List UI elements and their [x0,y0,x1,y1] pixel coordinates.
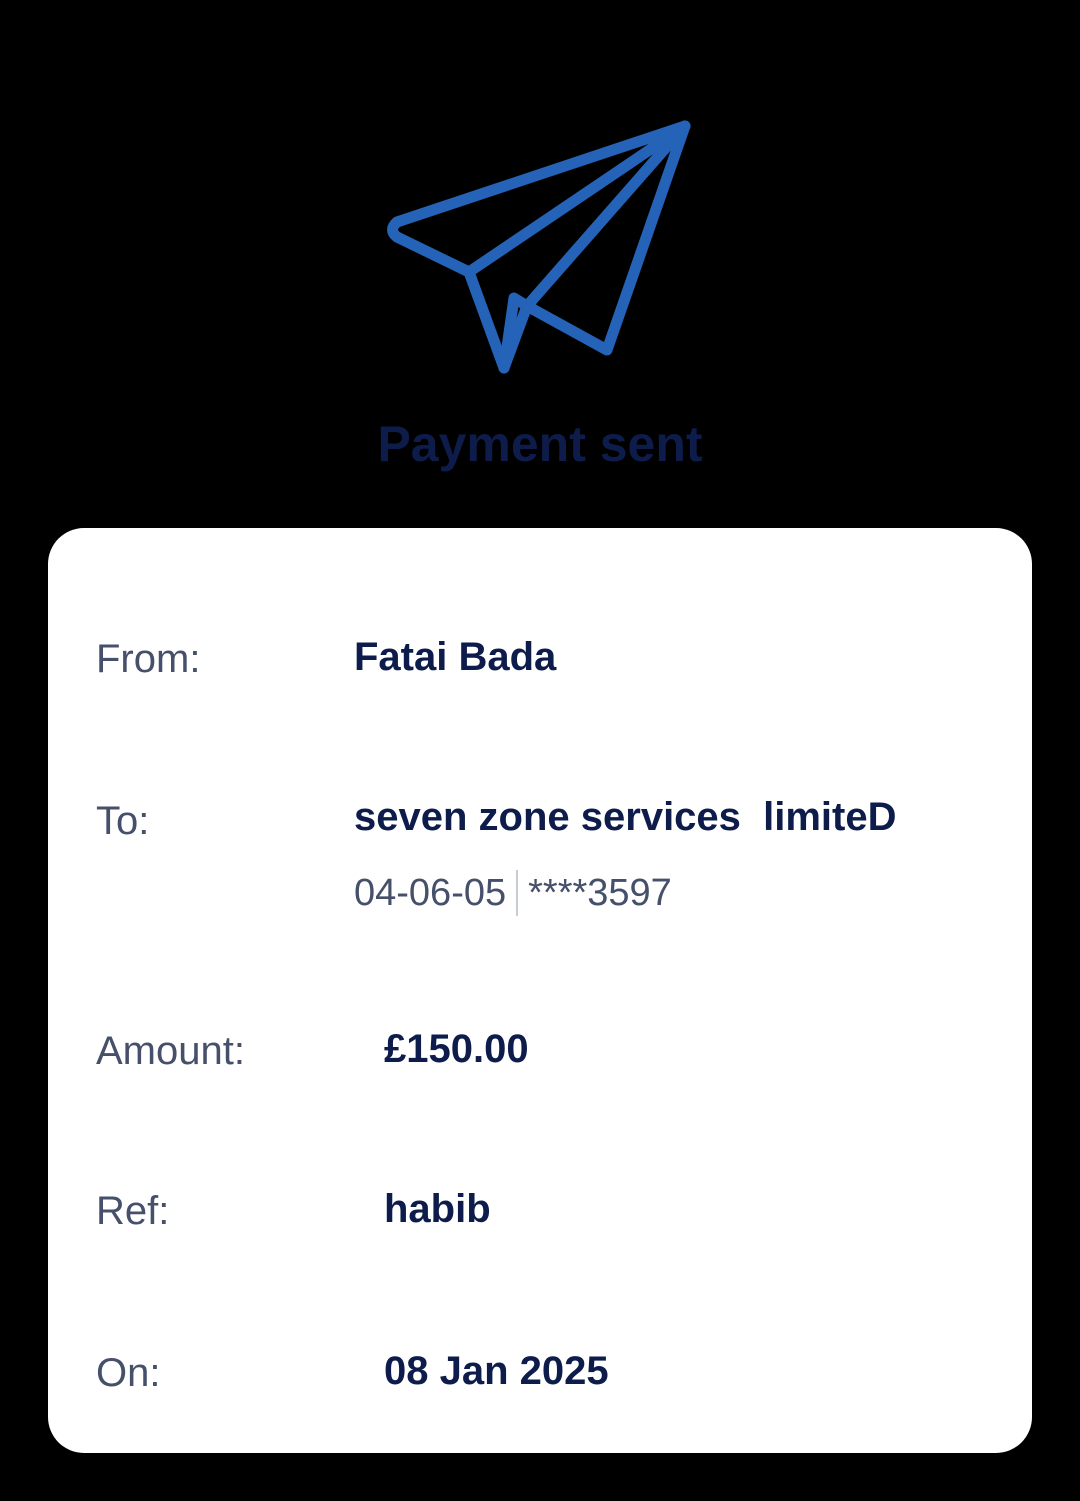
account-details: 04-06-05 ****3597 [354,868,672,918]
payment-details-card: From: Fatai Bada To: seven zone services… [48,528,1032,1453]
from-label: From: [96,637,201,681]
page-title: Payment sent [377,416,703,472]
ref-label: Ref: [96,1189,170,1233]
account-divider [516,870,519,916]
from-value: Fatai Bada [354,635,557,679]
paper-plane-icon [387,120,691,374]
date-value: 08 Jan 2025 [384,1349,609,1393]
amount-label: Amount: [96,1029,245,1073]
to-label: To: [96,799,150,843]
to-value: seven zone services limiteD [354,795,897,839]
sort-code: 04-06-05 [354,872,507,914]
amount-value: £150.00 [384,1027,529,1071]
date-label: On: [96,1351,161,1395]
account-number: ****3597 [528,872,672,914]
ref-value: habib [384,1187,491,1231]
